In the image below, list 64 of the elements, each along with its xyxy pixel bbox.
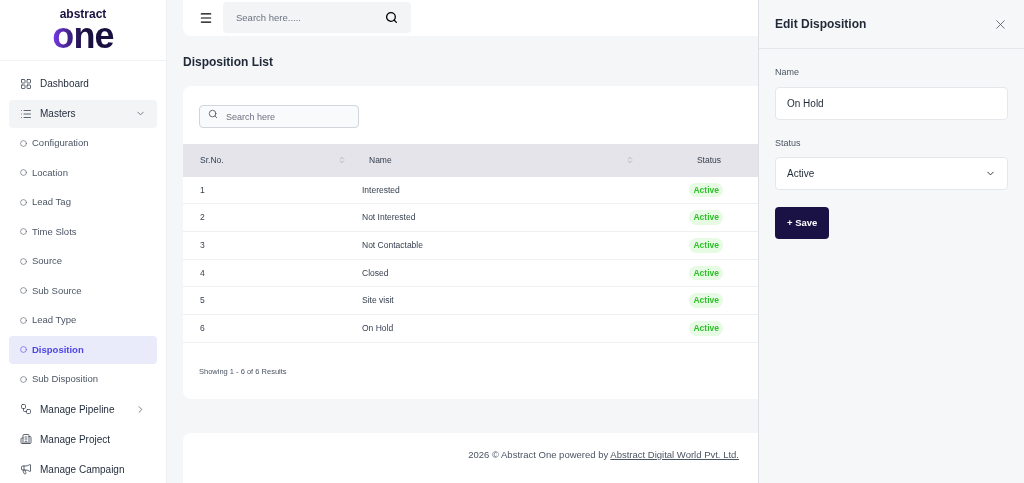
circle-icon — [20, 139, 27, 147]
table-cell-text: Closed — [361, 266, 390, 280]
status-badge: Active — [689, 321, 723, 336]
column-header[interactable]: Sr.No. — [200, 153, 224, 167]
submenu-item[interactable]: Disposition — [9, 336, 157, 364]
circle-icon — [20, 257, 27, 265]
sidebar-item[interactable]: Masters — [9, 99, 157, 128]
footer-text: 2026 © Abstract One powered by Abstract Digital World Pvt. Ltd. — [468, 448, 739, 463]
circle-icon — [20, 169, 27, 177]
field-label: Status — [775, 136, 801, 150]
table-cell-text: 1 — [199, 183, 206, 197]
company-link[interactable]: Abstract Digital World Pvt. Ltd. — [610, 449, 739, 461]
circle-icon — [20, 287, 27, 295]
circle-icon — [20, 316, 27, 324]
table-cell-text: 6 — [199, 322, 206, 335]
sidebar-item[interactable]: Manage Pipeline — [9, 395, 157, 423]
submenu-item[interactable]: Source — [9, 247, 157, 275]
submenu-item[interactable]: Sub Disposition — [9, 365, 157, 393]
sidebar-item[interactable]: Dashboard — [9, 69, 157, 98]
status-badge: Active — [689, 182, 723, 198]
column-header[interactable]: Status — [696, 153, 721, 167]
status-badge: Active — [689, 210, 723, 226]
table-cell-text: Not Interested — [361, 211, 417, 225]
table-cell-text: 4 — [199, 266, 206, 280]
grid-icon — [20, 77, 32, 90]
table-cell-text: 3 — [199, 239, 206, 252]
status-badge: Active — [689, 293, 723, 309]
field-label: Name — [775, 66, 799, 79]
save-button[interactable]: + Save — [775, 207, 830, 239]
table-cell-text: 2 — [199, 211, 206, 225]
flow-icon — [20, 403, 32, 415]
name-input[interactable]: On Hold — [775, 86, 1008, 120]
circle-icon — [20, 375, 27, 383]
table-cell-text: Not Contactable — [361, 239, 424, 252]
status-badge: Active — [689, 265, 723, 281]
circle-icon — [20, 198, 27, 206]
search-icon — [208, 109, 218, 120]
search-field[interactable]: Search here..... — [223, 2, 411, 34]
table-cell-text: Interested — [361, 183, 401, 197]
page-title: Disposition List — [183, 53, 273, 71]
panel-title: Edit Disposition — [775, 16, 867, 33]
search-icon — [385, 11, 398, 25]
list-icon — [20, 107, 32, 120]
megaphone-icon — [20, 463, 32, 475]
status-select[interactable]: Active — [775, 157, 1008, 190]
menu-icon[interactable] — [199, 10, 213, 25]
logo-caption: abstract — [59, 7, 107, 20]
status-badge: Active — [689, 238, 723, 253]
building-icon — [20, 433, 32, 445]
submenu-item[interactable]: Configuration — [9, 129, 157, 157]
column-header[interactable]: Name — [369, 153, 392, 167]
submenu-item[interactable]: Location — [9, 159, 157, 187]
sidebar-item[interactable]: Manage Campaign — [9, 455, 157, 483]
submenu-item[interactable]: Lead Tag — [9, 188, 157, 216]
submenu-item[interactable]: Lead Type — [9, 306, 157, 334]
table-search-field[interactable]: Search here — [199, 105, 359, 129]
table-cell-text: 5 — [199, 294, 206, 308]
sidebar-item[interactable]: Manage Project — [9, 425, 157, 453]
table-cell-text: Site visit — [361, 294, 395, 308]
submenu-item[interactable]: Time Slots — [9, 218, 157, 246]
circle-icon — [20, 346, 27, 354]
table-cell-text: On Hold — [361, 322, 395, 335]
circle-icon — [20, 228, 27, 236]
submenu-item[interactable]: Sub Source — [9, 277, 157, 305]
